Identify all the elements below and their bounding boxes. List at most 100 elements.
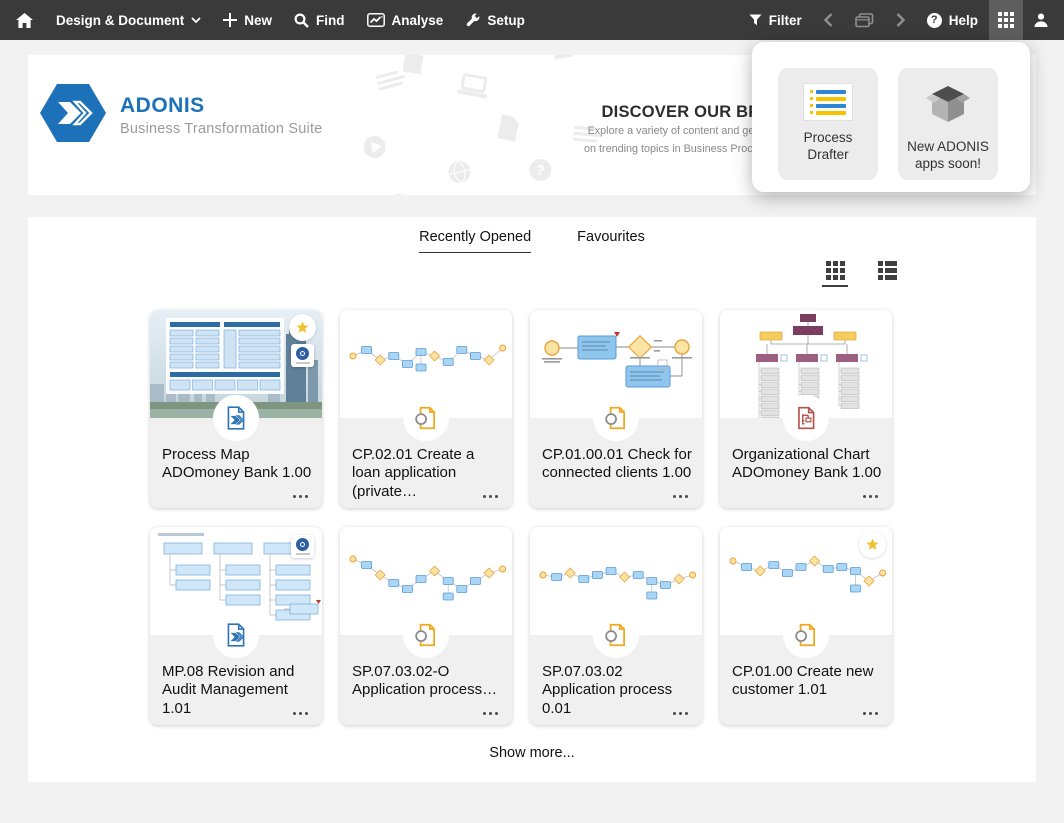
setup-label: Setup [487,13,525,28]
card-menu-button[interactable] [673,712,689,716]
box-icon [925,84,971,129]
model-card[interactable]: CP.01.00.01 Check for connected clients … [530,310,702,508]
card-menu-button[interactable] [483,495,499,499]
wrench-icon [465,13,480,28]
navbar-right: Filter ? Help [738,0,1064,40]
help-button[interactable]: ? Help [916,0,989,40]
card-title: Process Map ADOmoney Bank 1.00 [162,446,312,483]
card-menu-button[interactable] [293,495,309,499]
help-label: Help [949,13,978,28]
adonis-logo: ADONIS Business Transformation Suite [40,82,322,149]
view-toggles [822,261,897,287]
logo-title: ADONIS [120,94,322,118]
logo-text: ADONIS Business Transformation Suite [120,94,322,137]
tab-recently-opened[interactable]: Recently Opened [419,229,531,253]
model-type-icon [403,395,449,441]
card-menu-button[interactable] [863,495,879,499]
adonis-hexagon-icon [40,82,106,149]
model-type-icon [593,395,639,441]
user-icon [1033,12,1049,28]
new-apps-tile[interactable]: New ADONIS apps soon! [898,68,998,180]
card-title: MP.08 Revision and Audit Management 1.01 [162,663,312,718]
main-panel: Recently Opened Favourites Process Map A… [28,217,1036,782]
logo-subtitle: Business Transformation Suite [120,121,322,137]
model-type-icon [783,612,829,658]
globe-doodle-icon [445,158,475,191]
nav-forward-button[interactable] [885,0,916,40]
favourite-star-badge[interactable] [859,531,886,558]
state-badge [291,535,314,558]
laptop-doodle-icon [456,73,490,105]
analyse-button[interactable]: Analyse [356,0,455,40]
search-icon [294,13,309,28]
model-card[interactable]: SP.07.03.02-O Application process… [340,527,512,725]
model-card[interactable]: Organizational Chart ADOmoney Bank 1.00 [720,310,892,508]
favourite-star-badge[interactable] [289,314,316,341]
window-stack-button[interactable] [844,0,885,40]
analyse-label: Analyse [392,13,444,28]
nav-back-button[interactable] [813,0,844,40]
card-menu-button[interactable] [673,495,689,499]
help-doodle-icon: ? [526,156,554,188]
model-card[interactable]: SP.07.03.02 Application process 0.01 [530,527,702,725]
card-menu-button[interactable] [293,712,309,716]
apps-grid-icon [998,12,1014,28]
state-badge [291,344,314,367]
grid-view-icon [826,261,845,280]
user-menu-button[interactable] [1023,0,1064,40]
model-card[interactable]: CP.02.01 Create a loan application (priv… [340,310,512,508]
design-document-label: Design & Document [56,13,184,28]
process-drafter-icon [804,84,852,120]
process-drafter-label: Process Drafter [778,130,878,164]
chevron-left-icon [824,13,833,27]
chart-icon [367,13,385,27]
calendar-doodle-icon [391,193,417,195]
top-navbar: Design & Document New Find Analyse Setup… [0,0,1064,40]
filter-button[interactable]: Filter [738,0,813,40]
model-card[interactable]: CP.01.00 Create new customer 1.01 [720,527,892,725]
model-type-icon [213,395,259,441]
model-type-icon [783,395,829,441]
card-title: CP.01.00 Create new customer 1.01 [732,663,882,700]
card-menu-button[interactable] [483,712,499,716]
setup-button[interactable]: Setup [454,0,536,40]
home-button[interactable] [0,0,45,40]
doc-doodle-icon [401,55,425,80]
card-menu-button[interactable] [863,712,879,716]
card-title: CP.02.01 Create a loan application (priv… [352,446,502,501]
grid-view-toggle[interactable] [822,261,848,287]
list-view-toggle[interactable] [878,261,897,280]
filter-label: Filter [769,13,802,28]
play-doodle-icon [361,133,389,165]
card-grid: Process Map ADOmoney Bank 1.00 CP.02.01 … [150,310,892,725]
new-label: New [244,13,272,28]
process-drafter-tile[interactable]: Process Drafter [778,68,878,180]
card-title: CP.01.00.01 Check for connected clients … [542,446,692,483]
plus-icon [223,13,237,27]
design-document-menu[interactable]: Design & Document [45,0,212,40]
new-apps-label: New ADONIS apps soon! [898,139,998,173]
tab-favourites[interactable]: Favourites [577,229,645,253]
home-icon [16,13,33,28]
help-icon: ? [927,13,942,28]
new-button[interactable]: New [212,0,283,40]
card-title: Organizational Chart ADOmoney Bank 1.00 [732,446,882,483]
doc-doodle-icon [495,113,521,147]
tab-bar: Recently Opened Favourites [28,229,1036,253]
chevron-right-icon [896,13,905,27]
card-title: SP.07.03.02-O Application process… [352,663,502,700]
find-button[interactable]: Find [283,0,356,40]
list-view-icon [878,261,897,280]
apps-popup: Process Drafter New ADONIS apps soon! [752,42,1030,192]
cap-doodle-icon [546,55,580,67]
model-type-icon [403,612,449,658]
chevron-down-icon [191,17,201,23]
find-label: Find [316,13,345,28]
show-more-button[interactable]: Show more... [28,745,1036,761]
filter-icon [749,14,762,26]
model-card[interactable]: MP.08 Revision and Audit Management 1.01 [150,527,322,725]
model-type-icon [213,612,259,658]
model-card[interactable]: Process Map ADOmoney Bank 1.00 [150,310,322,508]
apps-menu-button[interactable] [989,0,1023,40]
model-type-icon [593,612,639,658]
